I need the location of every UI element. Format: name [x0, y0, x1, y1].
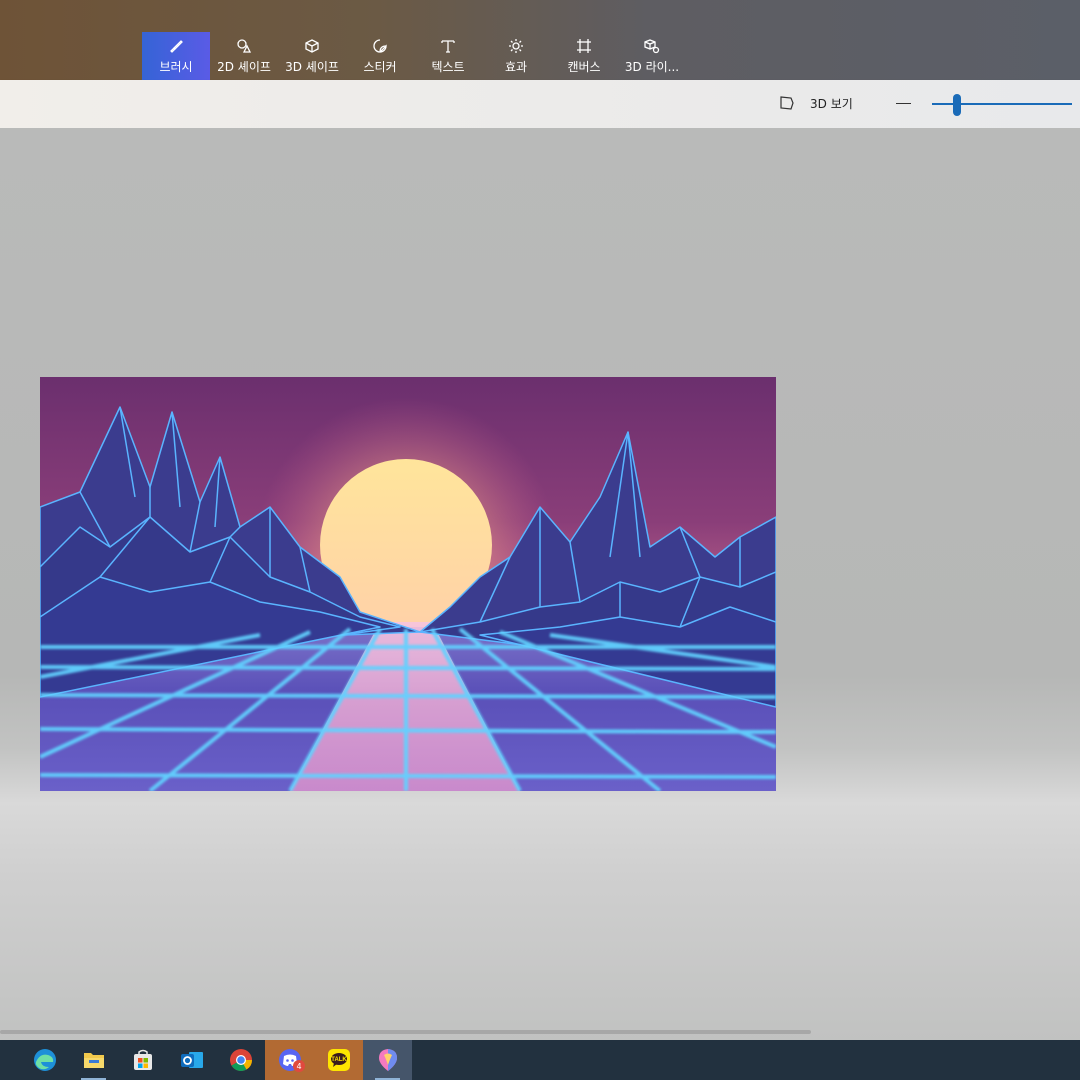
tab-effects[interactable]: 효과 — [482, 32, 550, 80]
3d-view-icon — [780, 96, 794, 110]
view-3d-label: 3D 보기 — [810, 96, 853, 111]
tab-3d-library[interactable]: 3D 라이... — [618, 32, 686, 80]
tab-label: 브러시 — [159, 60, 193, 74]
kakaotalk-icon: TALK — [327, 1049, 350, 1071]
chrome-icon — [229, 1049, 252, 1071]
outlook-icon — [180, 1052, 203, 1068]
kakaotalk-text: TALK — [331, 1057, 347, 1063]
tab-2d-shapes[interactable]: 2D 셰이프 — [210, 32, 278, 80]
taskbar-chrome[interactable] — [216, 1040, 265, 1080]
taskbar-kakaotalk[interactable]: TALK — [314, 1040, 363, 1080]
tab-label: 스티커 — [363, 60, 397, 74]
sticker-icon — [372, 32, 388, 60]
text-icon — [440, 32, 456, 60]
top-ribbon: 브러시 2D 셰이프 3D 셰이프 스티커 텍스트 효과 캔버스 3D 라이..… — [0, 0, 1080, 80]
tab-3d-shapes[interactable]: 3D 셰이프 — [278, 32, 346, 80]
taskbar-edge-partial — [0, 1040, 20, 1080]
synthwave-image — [40, 377, 776, 791]
tab-stickers[interactable]: 스티커 — [346, 32, 414, 80]
notification-badge: 4 — [293, 1060, 305, 1072]
tab-text[interactable]: 텍스트 — [414, 32, 482, 80]
tab-label: 텍스트 — [431, 60, 465, 74]
taskbar: 4 TALK — [0, 1040, 1080, 1080]
tab-label: 효과 — [504, 60, 528, 74]
brush-icon — [168, 32, 184, 60]
effects-icon — [508, 32, 524, 60]
3d-library-icon — [644, 32, 660, 60]
taskbar-store[interactable] — [118, 1040, 167, 1080]
horizontal-scrollbar[interactable] — [0, 1030, 811, 1034]
tab-label: 캔버스 — [567, 60, 601, 74]
tab-canvas[interactable]: 캔버스 — [550, 32, 618, 80]
canvas-image[interactable] — [40, 377, 776, 791]
tab-label: 3D 라이... — [624, 60, 680, 74]
view-bar — [0, 80, 1080, 128]
taskbar-paint-3d[interactable] — [363, 1040, 412, 1080]
microsoft-store-icon — [133, 1049, 152, 1070]
paint-3d-icon — [378, 1049, 397, 1071]
file-explorer-icon — [83, 1053, 104, 1068]
zoom-out-button[interactable] — [896, 103, 911, 104]
tool-tabs: 브러시 2D 셰이프 3D 셰이프 스티커 텍스트 효과 캔버스 3D 라이..… — [142, 32, 686, 80]
canvas-icon — [576, 32, 592, 60]
taskbar-outlook[interactable] — [167, 1040, 216, 1080]
3d-shapes-icon — [304, 32, 320, 60]
tab-label: 2D 셰이프 — [217, 60, 271, 74]
edge-icon — [33, 1049, 56, 1071]
taskbar-edge[interactable] — [20, 1040, 69, 1080]
tab-label: 3D 셰이프 — [285, 60, 339, 74]
taskbar-file-explorer[interactable] — [69, 1040, 118, 1080]
2d-shapes-icon — [236, 32, 252, 60]
tab-brushes[interactable]: 브러시 — [142, 32, 210, 80]
view-3d-button[interactable]: 3D 보기 — [778, 94, 853, 112]
taskbar-discord[interactable]: 4 — [265, 1040, 314, 1080]
zoom-slider-thumb[interactable] — [953, 94, 961, 116]
